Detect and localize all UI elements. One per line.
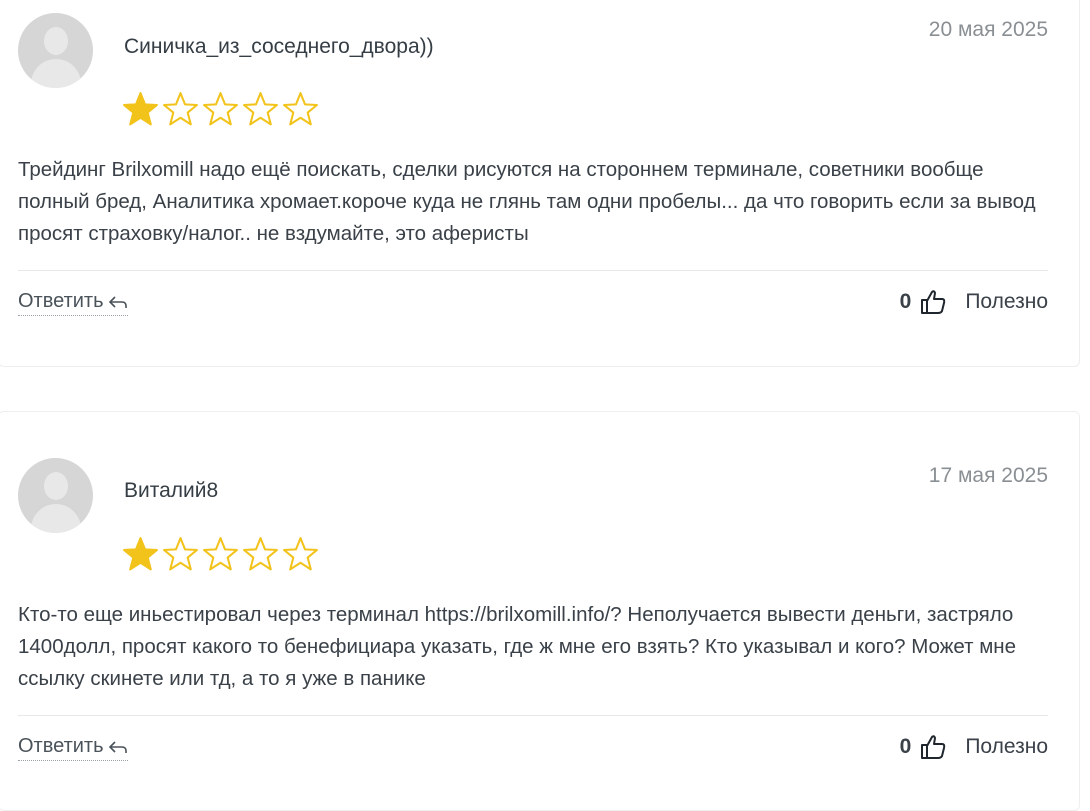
review-date: 20 мая 2025 bbox=[928, 18, 1048, 41]
reply-button[interactable]: Ответить bbox=[18, 735, 128, 761]
star-empty-icon bbox=[163, 537, 198, 571]
review-author: Виталий8 bbox=[124, 479, 219, 502]
useful-label: Полезно bbox=[965, 290, 1048, 313]
useful-label: Полезно bbox=[965, 735, 1048, 758]
review-text: Трейдинг Brilxomill надо ещё поискать, с… bbox=[18, 158, 1036, 245]
star-filled-icon bbox=[123, 537, 158, 571]
user-avatar-icon bbox=[18, 13, 93, 88]
thumbs-up-icon bbox=[921, 290, 946, 314]
reply-arrow-icon bbox=[108, 295, 127, 308]
star-empty-icon bbox=[203, 92, 238, 126]
review-card: Синичка_из_соседнего_двора)) 20 мая 2025… bbox=[0, 0, 1080, 367]
review-date: 17 мая 2025 bbox=[928, 464, 1048, 487]
review-card: Виталий8 17 мая 2025 Кто-то еще иньестир… bbox=[0, 411, 1080, 811]
star-empty-icon bbox=[243, 92, 278, 126]
reply-label: Ответить bbox=[18, 735, 104, 757]
user-avatar-icon bbox=[18, 458, 93, 533]
useful-count: 0 bbox=[899, 735, 912, 758]
thumbs-up-icon bbox=[921, 735, 946, 759]
useful-button[interactable]: 0 Полезно bbox=[900, 733, 1048, 761]
star-empty-icon bbox=[243, 537, 278, 571]
review-text: Кто-то еще иньестировал через терминал h… bbox=[18, 603, 1017, 690]
useful-count: 0 bbox=[899, 290, 912, 313]
reply-label: Ответить bbox=[18, 290, 104, 312]
divider bbox=[18, 715, 1048, 716]
reply-arrow-icon bbox=[108, 740, 127, 753]
star-empty-icon bbox=[283, 92, 318, 126]
rating-stars bbox=[122, 91, 319, 127]
star-filled-icon bbox=[123, 92, 158, 126]
star-empty-icon bbox=[163, 92, 198, 126]
divider bbox=[18, 270, 1048, 271]
reply-button[interactable]: Ответить bbox=[18, 290, 128, 316]
rating-stars bbox=[122, 536, 319, 572]
star-empty-icon bbox=[283, 537, 318, 571]
star-empty-icon bbox=[203, 537, 238, 571]
useful-button[interactable]: 0 Полезно bbox=[900, 288, 1048, 316]
review-author: Синичка_из_соседнего_двора)) bbox=[124, 35, 434, 58]
